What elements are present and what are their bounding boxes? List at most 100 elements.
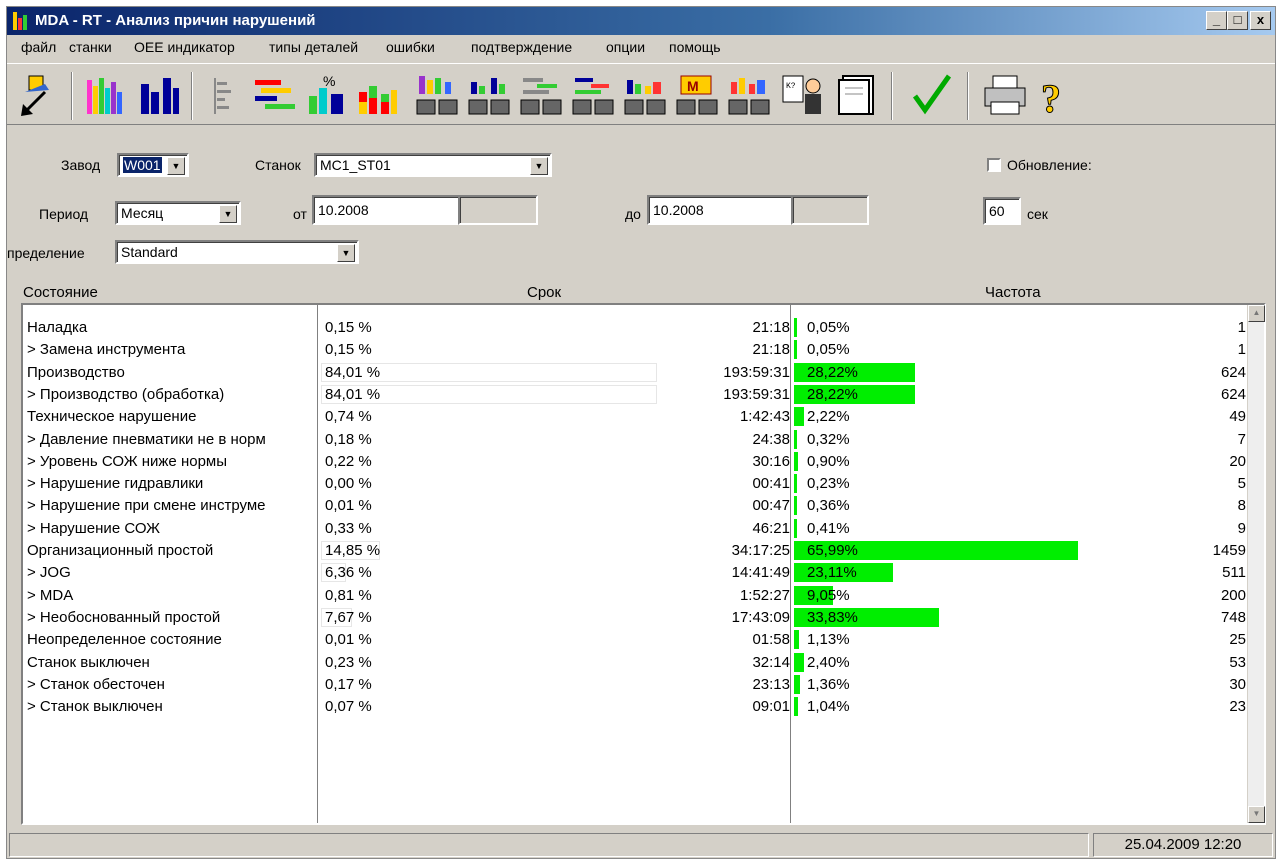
menu-part-types[interactable]: типы деталей bbox=[269, 39, 358, 55]
frequency-percent: 0,05% bbox=[807, 319, 850, 336]
gantt-icon[interactable] bbox=[251, 72, 299, 118]
frequency-count: 1459 bbox=[1212, 542, 1246, 559]
duration-time: 00:41 bbox=[752, 475, 790, 493]
to-date-input[interactable]: 10.2008 bbox=[647, 195, 793, 225]
svg-text:K?: K? bbox=[786, 82, 796, 91]
menu-oee-indicator[interactable]: OEE индикатор bbox=[134, 39, 235, 55]
data-grid[interactable]: Наладка 0,15 % 21:18 0,05% 1 > Замена инструм… bbox=[21, 303, 1266, 825]
plant-select[interactable]: W001 ▼ bbox=[117, 153, 189, 177]
duration-time: 193:59:31 bbox=[723, 363, 790, 381]
chevron-down-icon[interactable]: ▼ bbox=[219, 205, 237, 223]
table-row[interactable]: > JOG 6,36 % 14:41:49 23,11% 511 bbox=[23, 562, 1248, 584]
chart-machines-icon[interactable] bbox=[413, 72, 461, 118]
table-row[interactable]: > Уровень СОЖ ниже нормы 0,22 % 30:16 0,90%… bbox=[23, 451, 1248, 473]
chevron-down-icon[interactable]: ▼ bbox=[167, 157, 185, 175]
to-label: до bbox=[625, 206, 641, 222]
chevron-down-icon[interactable]: ▼ bbox=[530, 157, 548, 175]
chevron-down-icon[interactable]: ▼ bbox=[337, 244, 355, 262]
column-header-frequency[interactable]: Частота bbox=[985, 284, 1041, 301]
chart-machines-7-icon[interactable] bbox=[725, 72, 773, 118]
chart-machines-4-icon[interactable] bbox=[569, 72, 617, 118]
multi-bar-chart-icon[interactable] bbox=[81, 72, 129, 118]
table-row[interactable]: Наладка 0,15 % 21:18 0,05% 1 bbox=[23, 317, 1248, 339]
machine-select[interactable]: MC1_ST01 ▼ bbox=[314, 153, 552, 177]
menu-file[interactable]: файл bbox=[21, 39, 56, 55]
scroll-up-button[interactable]: ▲ bbox=[1248, 305, 1265, 322]
menu-confirmation[interactable]: подтверждение bbox=[471, 39, 572, 55]
duration-percent: 0,15 % bbox=[325, 319, 372, 336]
table-row[interactable]: > Необоснованный простой 7,67 % 17:43:09 33… bbox=[23, 607, 1248, 629]
operator-report-icon[interactable]: K? bbox=[779, 72, 827, 118]
table-row[interactable]: > Производство (обработка) 84,01 % 193:59:… bbox=[23, 384, 1248, 406]
stacked-bar-icon[interactable] bbox=[353, 72, 401, 118]
status-message bbox=[9, 833, 1089, 857]
table-row[interactable]: > Станок обесточен 0,17 % 23:13 1,36% 30 bbox=[23, 674, 1248, 696]
table-row[interactable]: Организационный простой 14,85 % 34:17:25 65… bbox=[23, 540, 1248, 562]
chart-machines-5-icon[interactable] bbox=[621, 72, 669, 118]
percent-chart-icon[interactable]: % bbox=[303, 72, 351, 118]
period-select[interactable]: Месяц ▼ bbox=[115, 201, 241, 225]
frequency-bar bbox=[794, 496, 797, 516]
printer-icon[interactable] bbox=[981, 72, 1029, 118]
table-row[interactable]: Неопределенное состояние 0,01 % 01:58 1,13%… bbox=[23, 629, 1248, 651]
duration-percent: 84,01 % bbox=[325, 385, 381, 403]
checkmark-icon[interactable] bbox=[907, 72, 955, 118]
definition-label: пределение bbox=[7, 245, 85, 261]
frequency-count: 53 bbox=[1229, 653, 1246, 671]
table-row[interactable]: > Станок выключен 0,07 % 09:01 1,04% 23 bbox=[23, 696, 1248, 718]
duration-percent: 84,01 % bbox=[325, 363, 381, 381]
table-row[interactable]: > MDA 0,81 % 1:52:27 9,05% 200 bbox=[23, 585, 1248, 607]
table-row[interactable]: Станок выключен 0,23 % 32:14 2,40% 53 bbox=[23, 652, 1248, 674]
table-row[interactable]: > Давление пневматики не в норм 0,18 % 24:… bbox=[23, 429, 1248, 451]
from-time-input[interactable] bbox=[458, 195, 538, 225]
maximize-button[interactable]: □ bbox=[1227, 11, 1248, 30]
document-icon[interactable] bbox=[833, 72, 881, 118]
frequency-percent: 65,99% bbox=[807, 542, 858, 559]
state-name: > Нарушение гидравлики bbox=[27, 475, 204, 493]
frequency-bar bbox=[794, 674, 800, 694]
frequency-count: 624 bbox=[1220, 363, 1246, 381]
state-name: > JOG bbox=[27, 564, 71, 582]
refresh-checkbox[interactable] bbox=[987, 158, 1001, 172]
vertical-scrollbar[interactable]: ▲ ▼ bbox=[1247, 305, 1265, 823]
from-date-input[interactable]: 10.2008 bbox=[312, 195, 460, 225]
menu-machines[interactable]: станки bbox=[69, 39, 112, 55]
state-name: > Нарушение СОЖ bbox=[27, 519, 161, 537]
exit-icon[interactable] bbox=[15, 72, 63, 118]
definition-select[interactable]: Standard ▼ bbox=[115, 240, 359, 264]
duration-time: 30:16 bbox=[752, 452, 790, 470]
frequency-count: 30 bbox=[1229, 675, 1246, 693]
frequency-percent: 0,41% bbox=[807, 519, 850, 537]
menu-errors[interactable]: ошибки bbox=[386, 39, 435, 55]
frequency-bar bbox=[794, 518, 797, 538]
scroll-down-button[interactable]: ▼ bbox=[1248, 806, 1265, 823]
table-row[interactable]: > Нарушение гидравлики 0,00 % 00:41 0,23% 5 bbox=[23, 473, 1248, 495]
table-row[interactable]: > Нарушение при смене инструме 0,01 % 00:4… bbox=[23, 495, 1248, 517]
menu-options[interactable]: опции bbox=[606, 39, 645, 55]
column-header-duration[interactable]: Срок bbox=[527, 284, 561, 301]
to-time-input[interactable] bbox=[791, 195, 869, 225]
table-row[interactable]: > Нарушение СОЖ 0,33 % 46:21 0,41% 9 bbox=[23, 518, 1248, 540]
close-button[interactable]: x bbox=[1250, 11, 1271, 30]
chart-machines-2-icon[interactable] bbox=[465, 72, 513, 118]
chart-machines-3-icon[interactable] bbox=[517, 72, 565, 118]
table-row[interactable]: Производство 84,01 % 193:59:31 28,22% 624 bbox=[23, 362, 1248, 384]
list-icon[interactable] bbox=[201, 72, 249, 118]
frequency-count: 20 bbox=[1229, 452, 1246, 470]
table-row[interactable]: > Замена инструмента 0,15 % 21:18 0,05% 1 bbox=[23, 339, 1248, 361]
frequency-percent: 1,13% bbox=[807, 631, 850, 649]
duration-percent: 0,01 % bbox=[325, 497, 372, 515]
help-icon[interactable]: ? bbox=[1033, 72, 1081, 122]
duration-percent: 0,81 % bbox=[325, 586, 372, 604]
refresh-seconds-input[interactable]: 60 bbox=[983, 197, 1021, 225]
menu-help[interactable]: помощь bbox=[669, 39, 721, 55]
minimize-button[interactable]: _ bbox=[1206, 11, 1227, 30]
frequency-percent: 28,22% bbox=[807, 363, 858, 381]
chart-machines-6-icon[interactable]: M bbox=[673, 72, 721, 118]
toolbar-separator bbox=[191, 72, 193, 120]
column-header-state[interactable]: Состояние bbox=[23, 284, 98, 301]
table-row[interactable]: Техническое нарушение 0,74 % 1:42:43 2,22% 4… bbox=[23, 406, 1248, 428]
bar-chart-icon[interactable] bbox=[135, 72, 183, 118]
frequency-count: 8 bbox=[1237, 497, 1246, 515]
duration-percent: 14,85 % bbox=[325, 542, 381, 559]
